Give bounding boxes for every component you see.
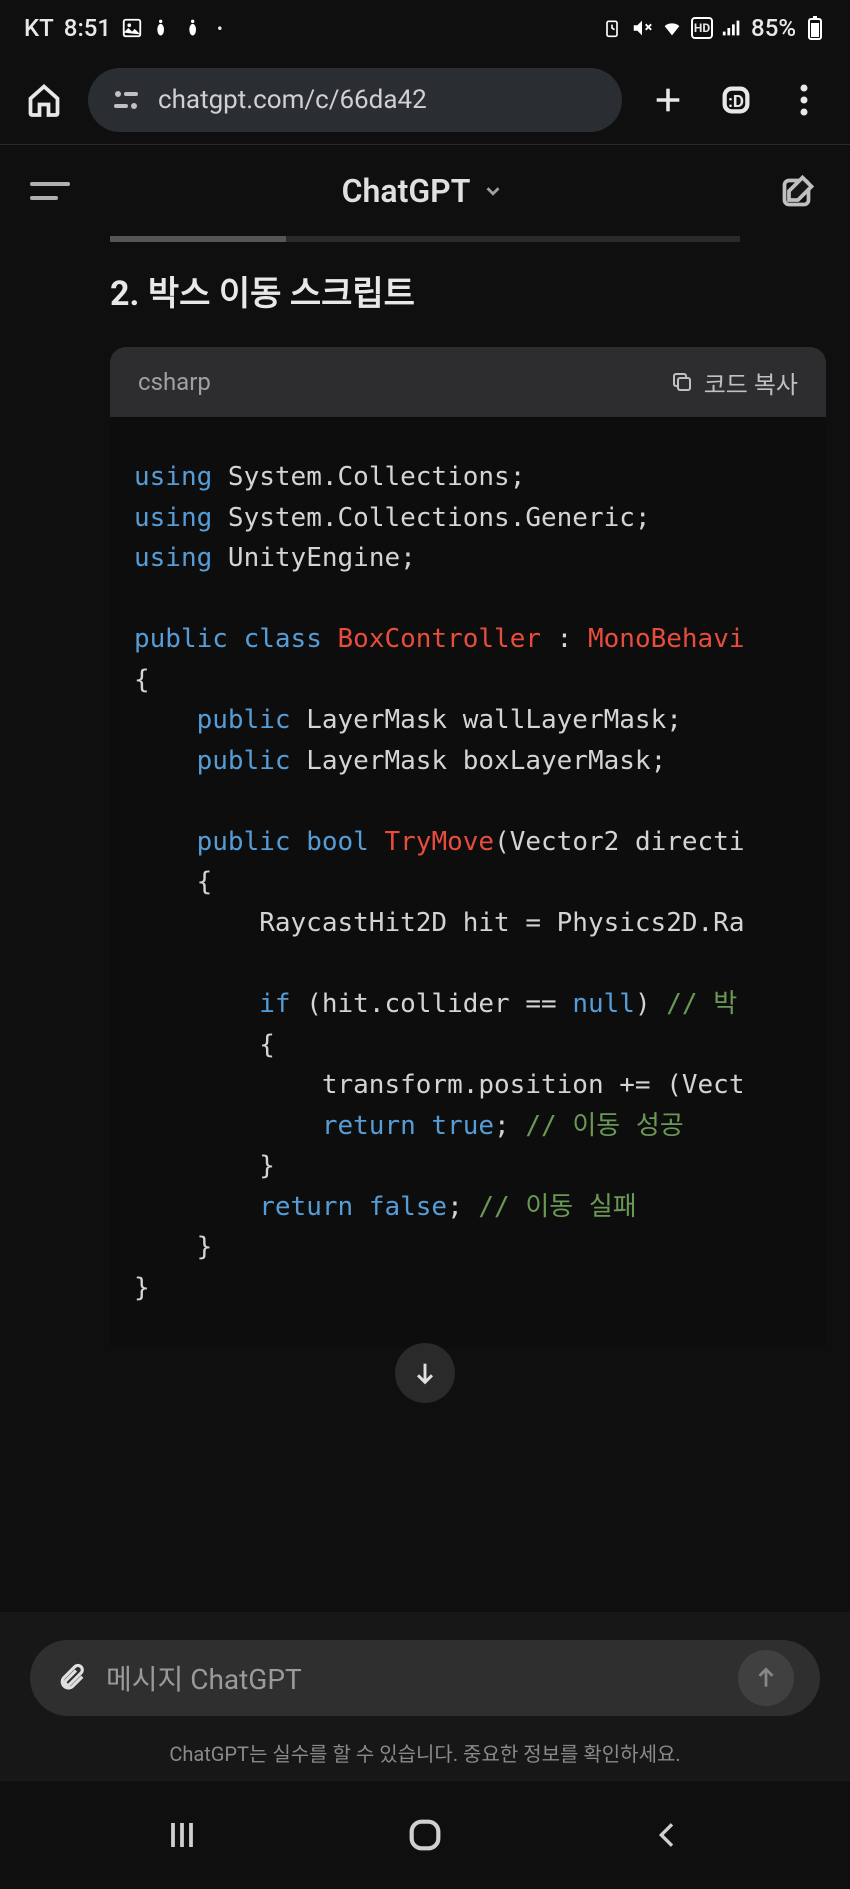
battery-pct-label: 85% xyxy=(751,14,796,42)
home-nav-button[interactable] xyxy=(395,1805,455,1865)
section-heading: 2. 박스 이동 스크립트 xyxy=(110,266,826,315)
model-selector[interactable]: ChatGPT xyxy=(70,172,776,210)
status-bar: KT 8:51 • HD 85% xyxy=(0,0,850,56)
battery-saver-icon xyxy=(601,17,623,39)
carrier-label: KT xyxy=(24,14,54,42)
message-input[interactable]: 메시지 ChatGPT xyxy=(30,1640,820,1716)
code-block: csharp 코드 복사 using System.Collections;us… xyxy=(110,347,826,1348)
url-text: chatgpt.com/c/66da42 xyxy=(158,85,427,115)
scroll-to-bottom-button[interactable] xyxy=(395,1343,455,1403)
home-button[interactable] xyxy=(24,80,64,120)
page-header: ChatGPT xyxy=(0,144,850,236)
mute-icon xyxy=(631,17,653,39)
footprint-icon xyxy=(153,17,175,39)
system-nav-bar xyxy=(0,1779,850,1889)
chat-content: 2. 박스 이동 스크립트 csharp 코드 복사 using System.… xyxy=(0,266,850,1348)
hd-icon: HD xyxy=(691,17,713,39)
menu-button[interactable] xyxy=(30,182,70,200)
copy-icon xyxy=(670,370,694,394)
footprint-icon-2 xyxy=(185,17,207,39)
code-language-label: csharp xyxy=(138,368,211,396)
status-left: KT 8:51 • xyxy=(24,14,223,42)
status-right: HD 85% xyxy=(601,14,826,42)
dot-icon: • xyxy=(217,19,223,38)
site-settings-icon[interactable] xyxy=(112,88,142,112)
url-bar[interactable]: chatgpt.com/c/66da42 xyxy=(88,68,622,132)
code-body[interactable]: using System.Collections;using System.Co… xyxy=(110,417,826,1348)
copy-label: 코드 복사 xyxy=(704,365,798,400)
progress-indicator xyxy=(110,236,740,242)
clock-label: 8:51 xyxy=(64,14,111,42)
wifi-icon xyxy=(661,17,683,39)
battery-icon xyxy=(804,17,826,39)
disclaimer-text: ChatGPT는 실수를 할 수 있습니다. 중요한 정보를 확인하세요. xyxy=(30,1738,820,1767)
code-header: csharp 코드 복사 xyxy=(110,347,826,417)
browser-bar: chatgpt.com/c/66da42 :D xyxy=(0,56,850,144)
new-chat-button[interactable] xyxy=(776,169,820,213)
browser-menu-button[interactable] xyxy=(782,78,826,122)
recents-button[interactable] xyxy=(152,1805,212,1865)
signal-icon xyxy=(721,17,743,39)
copy-code-button[interactable]: 코드 복사 xyxy=(670,365,798,400)
svg-text::D: :D xyxy=(728,92,744,112)
send-button[interactable] xyxy=(738,1650,794,1706)
back-button[interactable] xyxy=(638,1805,698,1865)
page-title: ChatGPT xyxy=(342,172,471,210)
chevron-down-icon xyxy=(482,180,504,202)
new-tab-button[interactable] xyxy=(646,78,690,122)
tabs-button[interactable]: :D xyxy=(714,78,758,122)
input-area: 메시지 ChatGPT ChatGPT는 실수를 할 수 있습니다. 중요한 정… xyxy=(0,1612,850,1779)
gallery-icon xyxy=(121,17,143,39)
input-placeholder: 메시지 ChatGPT xyxy=(106,1658,718,1698)
attach-icon[interactable] xyxy=(56,1661,86,1695)
